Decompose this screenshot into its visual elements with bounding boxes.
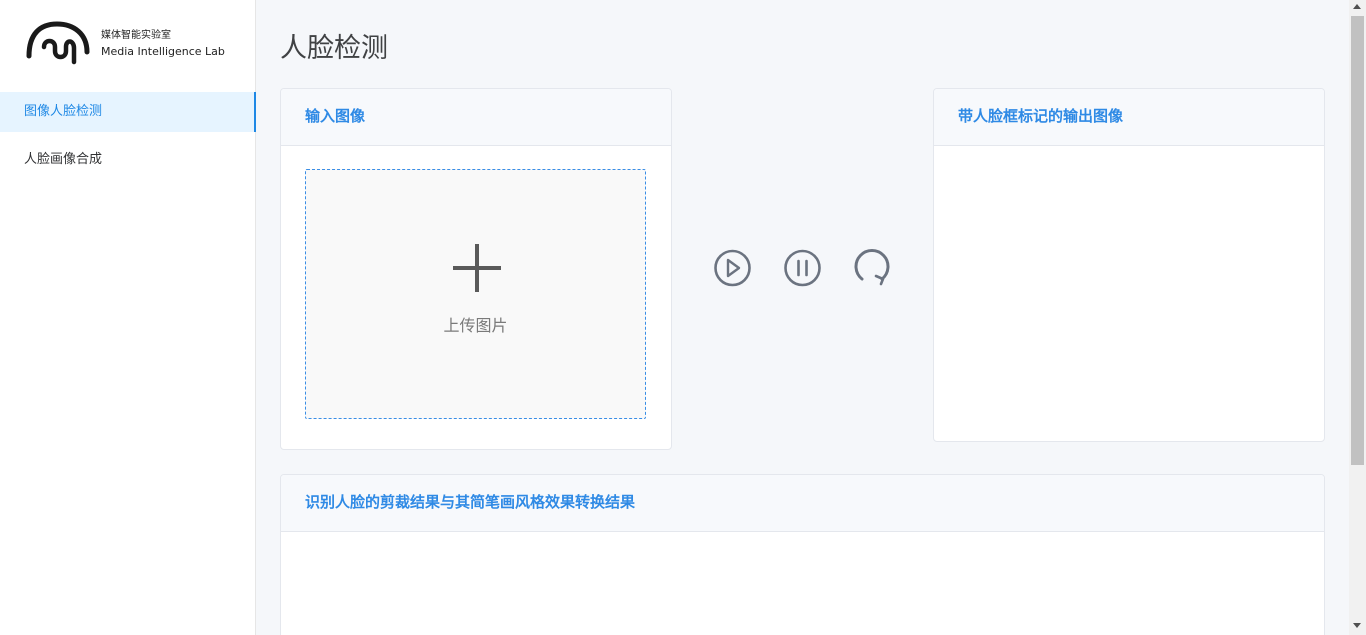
input-image-card-title: 输入图像 — [281, 89, 671, 146]
scrollbar-thumb[interactable] — [1351, 16, 1364, 465]
sidebar: 媒体智能实验室 Media Intelligence Lab 图像人脸检测 人脸… — [0, 0, 256, 635]
scroll-down-arrow-icon[interactable] — [1353, 623, 1361, 628]
pause-icon[interactable] — [782, 248, 822, 288]
plus-icon — [453, 244, 501, 292]
playback-controls — [712, 248, 894, 288]
upload-label: 上传图片 — [443, 316, 508, 335]
page-title: 人脸检测 — [280, 33, 388, 64]
scroll-up-arrow-icon[interactable] — [1353, 4, 1361, 9]
vertical-scrollbar[interactable] — [1349, 0, 1366, 635]
lab-logo[interactable]: 媒体智能实验室 Media Intelligence Lab — [24, 18, 244, 70]
sidebar-item-face-portrait-synthesis[interactable]: 人脸画像合成 — [0, 140, 256, 180]
output-image-card-title: 带人脸框标记的输出图像 — [934, 89, 1324, 146]
crop-result-card-title: 识别人脸的剪裁结果与其简笔画风格效果转换结果 — [281, 475, 1324, 532]
upload-dropzone[interactable]: 上传图片 — [305, 169, 646, 419]
refresh-icon[interactable] — [852, 248, 892, 288]
lab-name-en: Media Intelligence Lab — [101, 45, 225, 58]
logo-mark-icon — [26, 21, 90, 65]
lab-name-cn: 媒体智能实验室 — [101, 30, 171, 41]
crop-result-card: 识别人脸的剪裁结果与其简笔画风格效果转换结果 — [280, 474, 1325, 635]
input-image-card: 输入图像 上传图片 — [280, 88, 672, 450]
output-image-card: 带人脸框标记的输出图像 — [933, 88, 1325, 442]
sidebar-item-image-face-detection[interactable]: 图像人脸检测 — [0, 92, 256, 132]
play-icon[interactable] — [712, 248, 752, 288]
sidebar-nav: 图像人脸检测 人脸画像合成 — [0, 92, 256, 188]
